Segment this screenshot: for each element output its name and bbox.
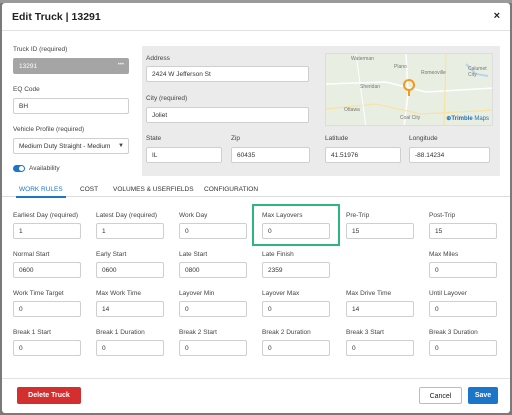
chevron-down-icon: ▼ (118, 143, 124, 149)
state-field[interactable]: IL (146, 147, 222, 163)
latitude-label: Latitude (325, 135, 349, 142)
more-dots-icon: ••• (117, 62, 124, 68)
earliest-day-field[interactable]: 1 (13, 223, 81, 239)
tab-cost[interactable]: COST (80, 186, 98, 193)
vehicle-profile-select[interactable]: Medium Duty Straight - Medium ▼ (13, 138, 129, 154)
pre-trip-label: Pre-Trip (346, 212, 370, 219)
vehicle-profile-value: Medium Duty Straight - Medium (19, 143, 111, 150)
map-attribution-suffix: Maps (474, 116, 489, 122)
break-2-start-label: Break 2 Start (179, 329, 217, 336)
early-start-label: Early Start (96, 251, 127, 258)
late-finish-field[interactable]: 2359 (262, 262, 330, 278)
latest-day-field[interactable]: 1 (96, 223, 164, 239)
save-button[interactable]: Save (468, 387, 498, 404)
eq-code-label: EQ Code (13, 86, 40, 93)
truck-id-field: 13291 ••• (13, 58, 129, 74)
close-icon[interactable]: × (494, 10, 500, 22)
modal-header: Edit Truck | 13291 × (2, 3, 510, 31)
break-2-duration-label: Break 2 Duration (262, 329, 311, 336)
post-trip-label: Post-Trip (429, 212, 456, 219)
late-start-field[interactable]: 0800 (179, 262, 247, 278)
layover-min-field[interactable]: 0 (179, 301, 247, 317)
map-attribution: ⊕Trimble Maps (446, 115, 489, 122)
early-start-field[interactable]: 0600 (96, 262, 164, 278)
break-1-start-field[interactable]: 0 (13, 340, 81, 356)
break-3-duration-field[interactable]: 0 (429, 340, 497, 356)
truck-id-value: 13291 (19, 63, 38, 70)
post-trip-field[interactable]: 15 (429, 223, 497, 239)
pre-trip-field[interactable]: 15 (346, 223, 414, 239)
state-label: State (146, 135, 162, 142)
max-work-time-label: Max Work Time (96, 290, 142, 297)
tab-work-rules[interactable]: WORK RULES (16, 186, 66, 198)
modal-footer: Delete Truck Cancel Save (2, 378, 510, 413)
address-field[interactable]: 2424 W Jefferson St (146, 66, 309, 82)
break-3-start-field[interactable]: 0 (346, 340, 414, 356)
late-start-label: Late Start (179, 251, 208, 258)
break-1-duration-label: Break 1 Duration (96, 329, 145, 336)
longitude-label: Longitude (409, 135, 438, 142)
max-miles-label: Max Miles (429, 251, 459, 258)
break-3-duration-label: Break 3 Duration (429, 329, 478, 336)
modal-title: Edit Truck | 13291 (12, 11, 101, 23)
work-day-field[interactable]: 0 (179, 223, 247, 239)
tab-volumes-userfields[interactable]: VOLUMES & USERFIELDS (113, 186, 194, 193)
cancel-button[interactable]: Cancel (419, 387, 462, 404)
vehicle-profile-label: Vehicle Profile (required) (13, 126, 85, 133)
layover-max-field[interactable]: 0 (262, 301, 330, 317)
break-1-start-label: Break 1 Start (13, 329, 51, 336)
tab-bar: WORK RULES COST VOLUMES & USERFIELDS CON… (2, 183, 510, 198)
latest-day-label: Latest Day (required) (96, 212, 158, 219)
city-field[interactable]: Joliet (146, 107, 309, 123)
map-place-label: Coal City (400, 115, 421, 121)
work-time-target-field[interactable]: 0 (13, 301, 81, 317)
earliest-day-label: Earliest Day (required) (13, 212, 79, 219)
map-place-label: Romeoville (421, 70, 446, 76)
map-place-label: Ottawa (344, 107, 360, 113)
break-2-duration-field[interactable]: 0 (262, 340, 330, 356)
break-2-start-field[interactable]: 0 (179, 340, 247, 356)
tab-configuration[interactable]: CONFIGURATION (204, 186, 258, 193)
max-drive-time-label: Max Drive Time (346, 290, 392, 297)
max-layovers-highlight (252, 204, 340, 246)
layover-max-label: Layover Max (262, 290, 300, 297)
address-label: Address (146, 55, 170, 62)
max-miles-field[interactable]: 0 (429, 262, 497, 278)
map-place-label: Plano (394, 64, 407, 70)
zip-label: Zip (231, 135, 241, 142)
latitude-field[interactable]: 41.51976 (325, 147, 401, 163)
until-layover-label: Until Layover (429, 290, 467, 297)
eq-code-field[interactable]: BH (13, 98, 129, 114)
max-drive-time-field[interactable]: 14 (346, 301, 414, 317)
break-3-start-label: Break 3 Start (346, 329, 384, 336)
map-pin-icon (403, 79, 415, 96)
late-finish-label: Late Finish (262, 251, 294, 258)
work-time-target-label: Work Time Target (13, 290, 64, 297)
city-label: City (required) (146, 95, 188, 102)
layover-min-label: Layover Min (179, 290, 215, 297)
work-day-label: Work Day (179, 212, 208, 219)
delete-truck-button[interactable]: Delete Truck (17, 387, 81, 404)
longitude-field[interactable]: -88.14234 (409, 147, 490, 163)
map-attribution-brand: Trimble (451, 116, 473, 122)
map-place-label: Sheridan (360, 84, 381, 90)
availability-label: Availability (29, 165, 60, 172)
max-work-time-field[interactable]: 14 (96, 301, 164, 317)
availability-toggle[interactable] (13, 165, 25, 172)
truck-id-label: Truck ID (required) (13, 46, 68, 53)
until-layover-field[interactable]: 0 (429, 301, 497, 317)
break-1-duration-field[interactable]: 0 (96, 340, 164, 356)
normal-start-label: Normal Start (13, 251, 50, 258)
map-place-label: Waterman (351, 56, 374, 62)
normal-start-field[interactable]: 0600 (13, 262, 81, 278)
zip-field[interactable]: 60435 (231, 147, 310, 163)
location-map[interactable]: Waterman Plano Romeoville Calumet City S… (325, 53, 493, 126)
map-place-label: Calumet City (468, 66, 487, 78)
edit-truck-modal: Edit Truck | 13291 × Truck ID (required)… (2, 3, 510, 413)
